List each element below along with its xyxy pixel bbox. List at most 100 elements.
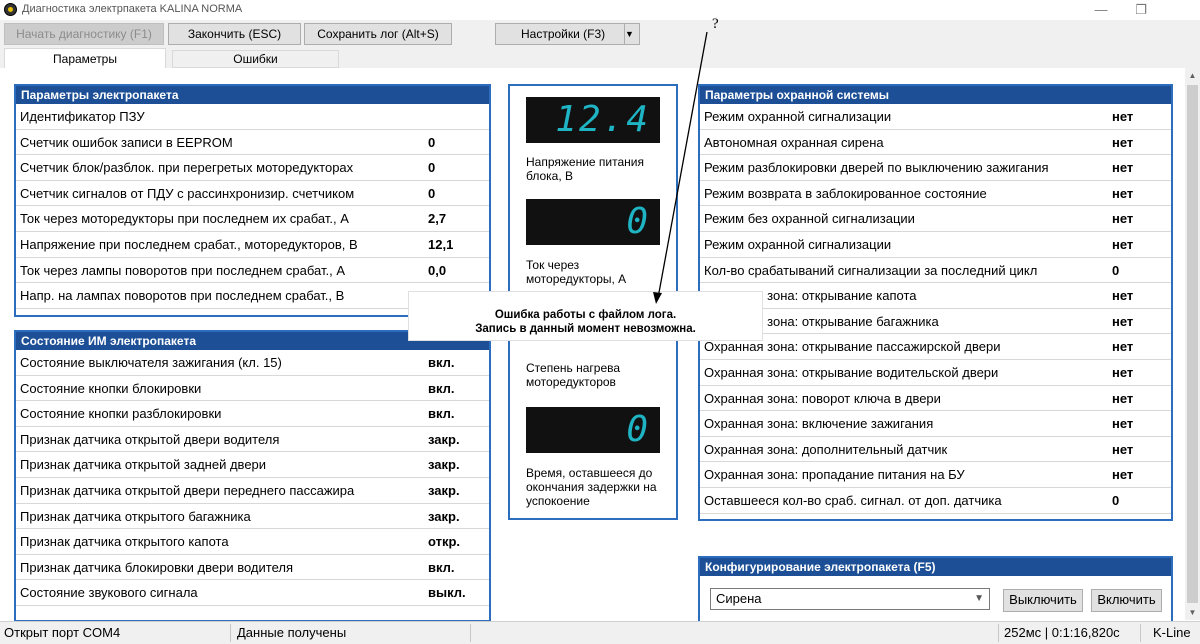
param-label: Признак датчика открытой двери водителя bbox=[20, 431, 280, 447]
param-value: нет bbox=[1112, 185, 1134, 201]
security-panel: Параметры охранной системы Режим охранно… bbox=[698, 84, 1173, 521]
param-value: откр. bbox=[428, 534, 461, 550]
enable-button[interactable]: Включить bbox=[1091, 589, 1162, 612]
param-value: нет bbox=[1112, 109, 1134, 124]
param-value: нет bbox=[1112, 313, 1134, 329]
param-value: 0 bbox=[1112, 492, 1120, 508]
message-line-1: Ошибка работы с файлом лога. bbox=[494, 309, 677, 321]
param-row: Охранная зона: поворот ключа в двери нет bbox=[700, 386, 1171, 412]
param-row: Признак датчика открытой задней двери зак… bbox=[16, 452, 489, 478]
param-row: Признак датчика открытой двери переднего… bbox=[16, 478, 489, 504]
param-row: Режим возврата в заблокированное состоян… bbox=[700, 181, 1171, 207]
config-panel: Конфигурирование электропакета (F5) Сире… bbox=[698, 556, 1173, 626]
status-separator bbox=[470, 624, 471, 642]
param-row: Счетчик сигналов от ПДУ с рассинхронизир… bbox=[16, 181, 489, 207]
voltage-label: Напряжение питания блока, В bbox=[526, 155, 644, 183]
param-value: вкл. bbox=[428, 380, 455, 396]
param-label: Ток через моторедукторы при последнем их… bbox=[20, 211, 349, 227]
panel-title: Параметры электропакета bbox=[16, 86, 489, 104]
dropdown-arrow-icon[interactable]: ▼ bbox=[624, 24, 639, 44]
param-value: нет bbox=[1112, 288, 1134, 304]
param-value: 0,0 bbox=[428, 262, 447, 278]
param-label: Счетчик блок/разблок. при перегретых мот… bbox=[20, 160, 354, 176]
param-value: нет bbox=[1112, 339, 1134, 355]
param-label: Режим охранной сигнализации bbox=[704, 109, 892, 124]
param-label: Охранная зона: открывание водительской д… bbox=[704, 364, 999, 380]
start-diagnostics-button[interactable]: Начать диагностику (F1) bbox=[4, 23, 164, 45]
param-row: Кол-во срабатываний сигнализации за посл… bbox=[700, 258, 1171, 284]
param-row: Счетчик ошибок записи в EEPROM 0 bbox=[16, 130, 489, 156]
param-row: Идентификатор ПЗУ bbox=[16, 104, 489, 130]
scroll-down-icon[interactable]: ▼ bbox=[1185, 605, 1200, 620]
param-row: Признак датчика блокировки двери водител… bbox=[16, 555, 489, 581]
disable-button[interactable]: Выключить bbox=[1003, 589, 1083, 612]
status-bar: Открыт порт COM4 Данные получены 252мс |… bbox=[0, 621, 1200, 644]
param-label: Счетчик ошибок записи в EEPROM bbox=[20, 134, 233, 150]
tab-strip: Параметры Ошибки bbox=[0, 48, 1200, 69]
param-row: Напряжение при последнем срабат., моторе… bbox=[16, 232, 489, 258]
voltage-display: 12.4 bbox=[526, 97, 660, 143]
status-separator bbox=[1140, 624, 1141, 642]
restore-button[interactable]: ❐ bbox=[1121, 1, 1161, 19]
param-label: Оставшееся кол-во сраб. сигнал. от доп. … bbox=[704, 492, 1002, 508]
param-row: Охранная зона: открывание пассажирской д… bbox=[700, 334, 1171, 360]
param-label: Кол-во срабатываний сигнализации за посл… bbox=[704, 262, 1038, 278]
param-label: Признак датчика открытого багажника bbox=[20, 508, 251, 524]
param-row: Автономная охранная сирена нет bbox=[700, 130, 1171, 156]
param-label: Состояние выключателя зажигания (кл. 15) bbox=[20, 355, 282, 370]
param-value: нет bbox=[1112, 134, 1134, 150]
param-value: закр. bbox=[428, 457, 460, 473]
param-label: Режим возврата в заблокированное состоян… bbox=[704, 185, 987, 201]
param-label: Напр. на лампах поворотов при последнем … bbox=[20, 288, 345, 304]
param-value: нет bbox=[1112, 467, 1134, 483]
scroll-thumb[interactable] bbox=[1187, 85, 1198, 603]
param-value: нет bbox=[1112, 160, 1134, 176]
param-row: Охранная зона: дополнительный датчик нет bbox=[700, 437, 1171, 463]
save-log-button[interactable]: Сохранить лог (Alt+S) bbox=[304, 23, 452, 45]
param-row: Режим охранной сигнализации нет bbox=[700, 232, 1171, 258]
param-row: Охранная зона: открывание багажника нет bbox=[700, 309, 1171, 335]
heating-label: Степень нагрева моторедукторов bbox=[526, 361, 621, 389]
config-select[interactable]: Сирена ▼ bbox=[710, 588, 990, 610]
toolbar: Начать диагностику (F1) Закончить (ESC) … bbox=[0, 20, 1200, 48]
param-row: Охранная зона: открывание водительской д… bbox=[700, 360, 1171, 386]
param-row: Охранная зона: пропадание питания на БУ н… bbox=[700, 462, 1171, 488]
title-bar: Диагностика электрпакета KALINA NORMA — … bbox=[0, 0, 1200, 20]
param-label: Признак датчика открытого капота bbox=[20, 534, 229, 550]
param-row: Состояние выключателя зажигания (кл. 15)… bbox=[16, 350, 489, 376]
tab-params[interactable]: Параметры bbox=[4, 48, 166, 69]
param-row: Ток через моторедукторы при последнем их… bbox=[16, 206, 489, 232]
param-label: Охранная зона: пропадание питания на БУ bbox=[704, 467, 965, 483]
vertical-scrollbar[interactable]: ▲ ▼ bbox=[1185, 68, 1200, 620]
param-row: Состояние кнопки блокировки вкл. bbox=[16, 376, 489, 402]
scroll-up-icon[interactable]: ▲ bbox=[1185, 68, 1200, 83]
param-row: Состояние кнопки разблокировки вкл. bbox=[16, 401, 489, 427]
param-value: 0 bbox=[428, 134, 436, 150]
param-row: Оставшееся кол-во сраб. сигнал. от доп. … bbox=[700, 488, 1171, 514]
param-label: Состояние кнопки разблокировки bbox=[20, 406, 222, 422]
param-value: вкл. bbox=[428, 559, 455, 575]
param-label: Счетчик сигналов от ПДУ с рассинхронизир… bbox=[20, 185, 355, 201]
settings-button[interactable]: Настройки (F3) ▼ bbox=[495, 23, 640, 45]
param-row: Признак датчика открытого капота откр. bbox=[16, 529, 489, 555]
delay-label: Время, оставшееся до окончания задержки … bbox=[526, 466, 657, 508]
status-separator bbox=[230, 624, 231, 642]
param-row: Режим без охранной сигнализации нет bbox=[700, 206, 1171, 232]
app-icon bbox=[4, 3, 17, 16]
minimize-button[interactable]: — bbox=[1081, 1, 1121, 19]
current-display: 0 bbox=[526, 199, 660, 245]
param-value: закр. bbox=[428, 482, 460, 498]
param-label: Режим разблокировки дверей по выключению… bbox=[704, 160, 1049, 176]
param-value: закр. bbox=[428, 431, 460, 447]
param-label: Состояние кнопки блокировки bbox=[20, 380, 202, 396]
param-label: Признак датчика открытой задней двери bbox=[20, 457, 267, 473]
param-label: Ток через лампы поворотов при последнем … bbox=[20, 262, 345, 278]
im-state-panel: Состояние ИМ электропакета Состояние вык… bbox=[14, 330, 491, 622]
tab-errors[interactable]: Ошибки bbox=[172, 50, 339, 68]
param-value: нет bbox=[1112, 236, 1134, 252]
param-value: 0 bbox=[428, 185, 436, 201]
finish-button[interactable]: Закончить (ESC) bbox=[168, 23, 301, 45]
param-value: 0 bbox=[1112, 262, 1120, 278]
status-timing: 252мс | 0:1:16,820с bbox=[1004, 625, 1120, 640]
param-value: вкл. bbox=[428, 406, 455, 422]
